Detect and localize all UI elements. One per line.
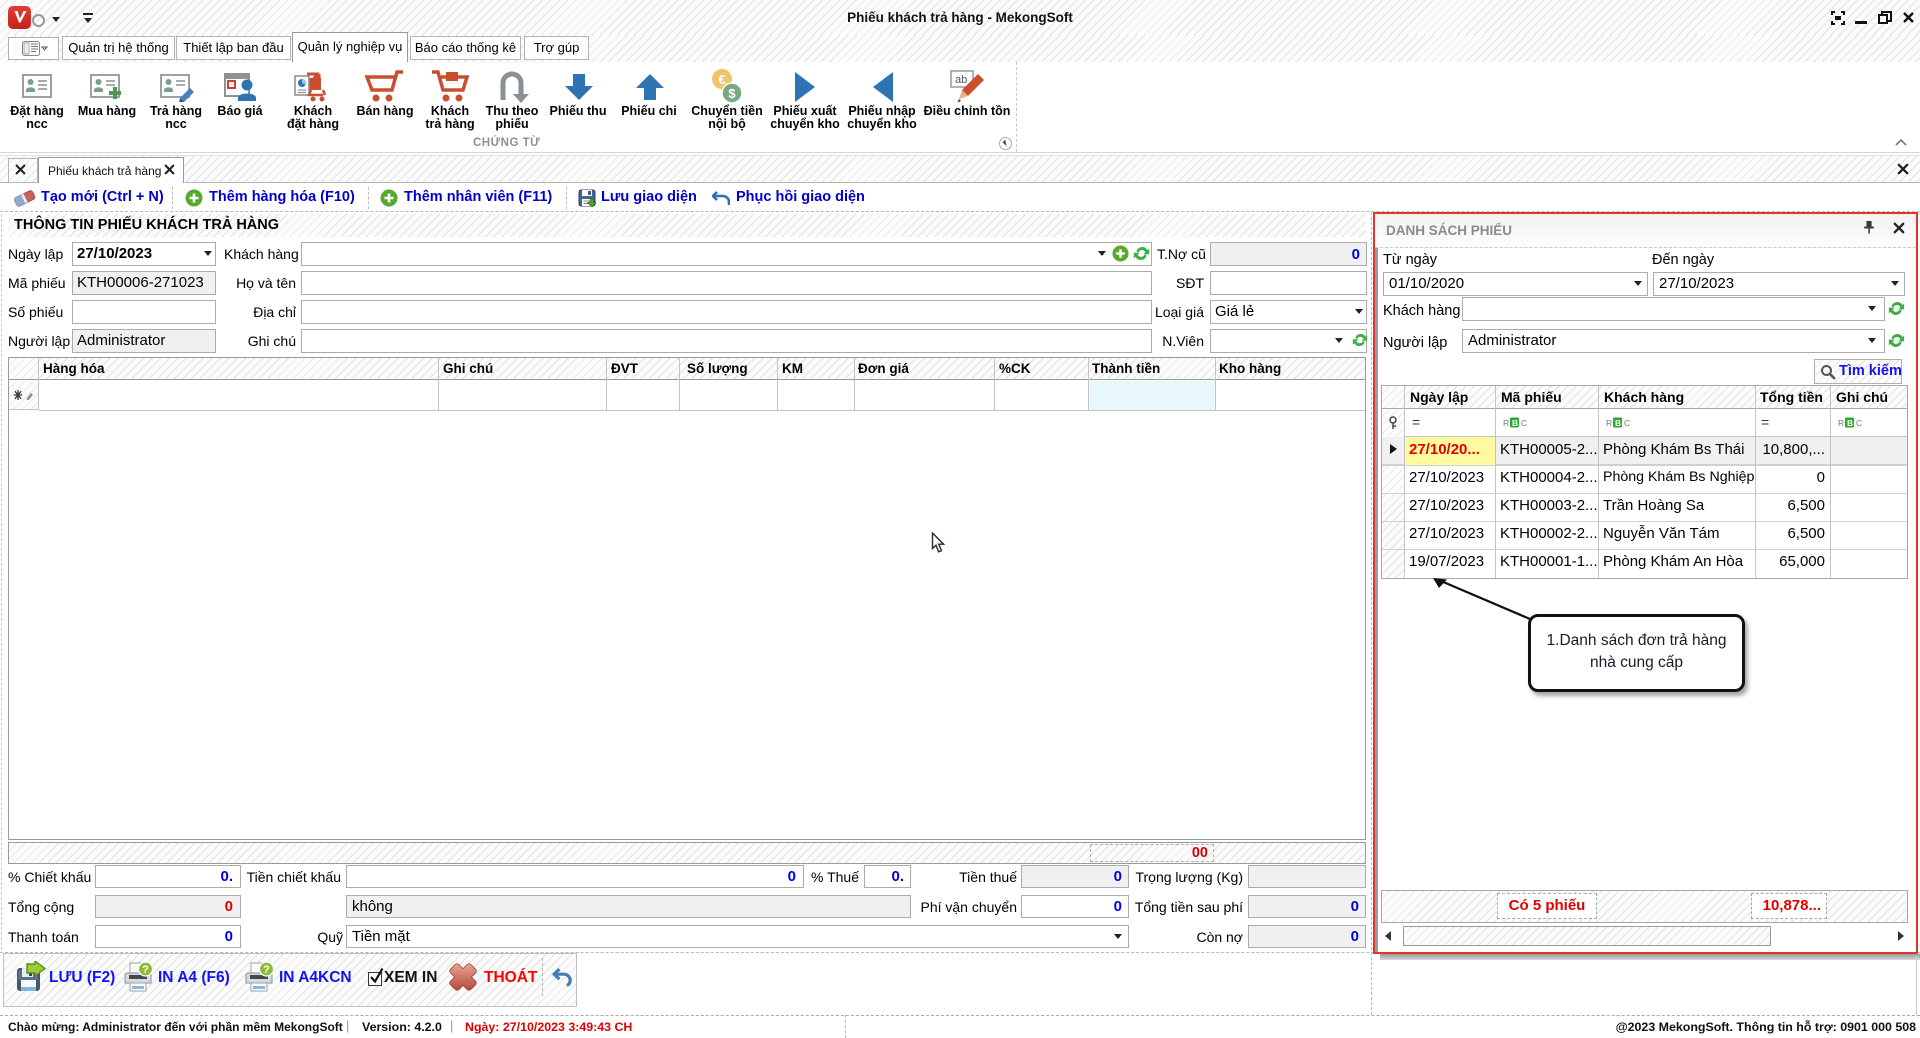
svg-text:€: € <box>718 72 725 87</box>
svg-text:R: R <box>1606 418 1612 428</box>
svg-text:R: R <box>1838 418 1844 428</box>
svg-text:ab: ab <box>955 74 967 86</box>
svg-text:C: C <box>1521 418 1527 428</box>
svg-text:?: ? <box>142 964 149 976</box>
svg-text:$: $ <box>728 86 736 101</box>
svg-text:?: ? <box>263 964 270 976</box>
svg-text:B: B <box>1512 418 1518 428</box>
svg-text:B: B <box>1615 418 1621 428</box>
svg-text:C: C <box>1856 418 1862 428</box>
svg-text:R: R <box>1503 418 1509 428</box>
svg-text:B: B <box>1847 418 1853 428</box>
svg-text:C: C <box>1624 418 1630 428</box>
